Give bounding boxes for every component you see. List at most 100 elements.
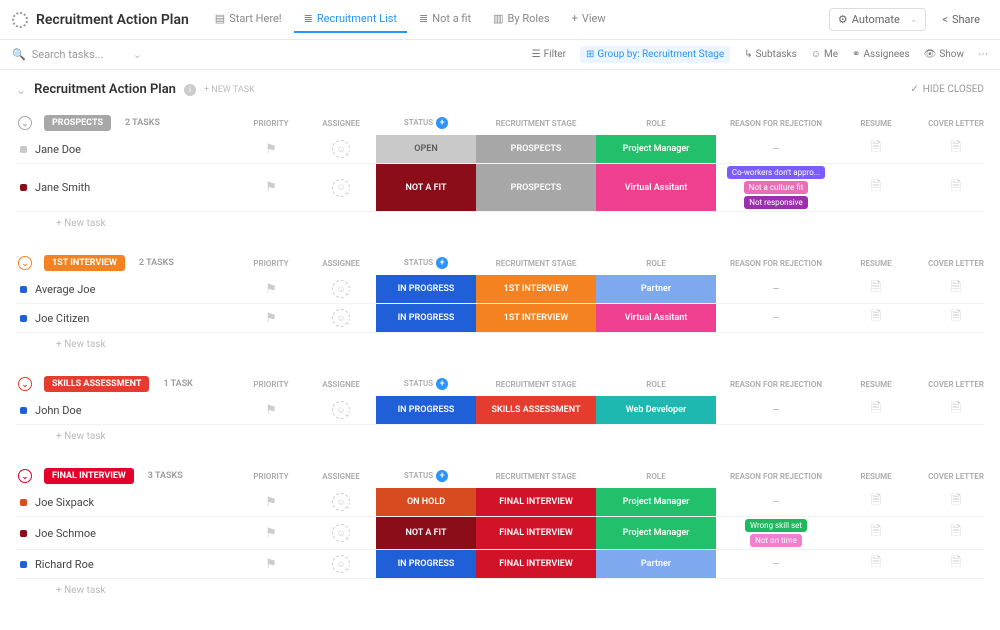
rejection-tag[interactable]: Co-workers don't appro... <box>727 166 825 179</box>
priority-cell[interactable]: ⚑ <box>236 164 306 211</box>
new-task-button[interactable]: + NEW TASK <box>204 85 255 95</box>
assignee-cell[interactable]: ☺+ <box>306 304 376 332</box>
me-button[interactable]: ☺Me <box>811 49 838 60</box>
share-button[interactable]: < Share <box>934 9 988 30</box>
priority-cell[interactable]: ⚑ <box>236 304 306 332</box>
subtasks-button[interactable]: ↳Subtasks <box>744 49 797 60</box>
status-cell[interactable]: NOT A FIT <box>376 517 476 549</box>
task-row[interactable]: Average Joe⚑☺+IN PROGRESS1ST INTERVIEWPa… <box>16 275 984 304</box>
stage-cell[interactable]: 1ST INTERVIEW <box>476 275 596 303</box>
role-cell[interactable]: Project Manager <box>596 517 716 549</box>
task-name-cell[interactable]: Joe Sixpack <box>16 488 236 516</box>
assignees-button[interactable]: ⚭Assignees <box>852 49 910 60</box>
priority-cell[interactable]: ⚑ <box>236 135 306 163</box>
stage-cell[interactable]: FINAL INTERVIEW <box>476 488 596 516</box>
filter-button[interactable]: ☰Filter <box>532 49 566 60</box>
resume-cell[interactable]: 🗎 <box>836 164 916 211</box>
more-button[interactable]: ⋯ <box>978 49 988 60</box>
hide-closed-toggle[interactable]: ✓HIDE CLOSED <box>910 84 984 95</box>
add-status-icon[interactable]: + <box>436 257 448 269</box>
cover-cell[interactable]: 🗎 <box>916 517 996 549</box>
add-status-icon[interactable]: + <box>436 378 448 390</box>
cover-cell[interactable]: 🗎 <box>916 164 996 211</box>
stage-cell[interactable]: FINAL INTERVIEW <box>476 517 596 549</box>
task-row[interactable]: Joe Sixpack⚑☺+ON HOLDFINAL INTERVIEWProj… <box>16 488 984 517</box>
new-task-row[interactable]: + New task <box>16 425 984 448</box>
cover-cell[interactable]: 🗎 <box>916 275 996 303</box>
task-row[interactable]: Richard Roe⚑☺+IN PROGRESSFINAL INTERVIEW… <box>16 550 984 579</box>
view-tab-recruitment-list[interactable]: ≣Recruitment List <box>294 6 407 33</box>
role-cell[interactable]: Partner <box>596 550 716 578</box>
group-collapse-icon[interactable]: ⌄ <box>18 469 32 483</box>
resume-cell[interactable]: 🗎 <box>836 135 916 163</box>
status-cell[interactable]: IN PROGRESS <box>376 275 476 303</box>
group-badge[interactable]: 1ST INTERVIEW <box>44 255 125 271</box>
info-icon[interactable]: i <box>184 84 196 96</box>
role-cell[interactable]: Virtual Assitant <box>596 164 716 211</box>
group-collapse-icon[interactable]: ⌄ <box>18 116 32 130</box>
stage-cell[interactable]: FINAL INTERVIEW <box>476 550 596 578</box>
new-task-row[interactable]: + New task <box>16 333 984 356</box>
priority-cell[interactable]: ⚑ <box>236 488 306 516</box>
task-row[interactable]: Joe Schmoe⚑☺+NOT A FITFINAL INTERVIEWPro… <box>16 517 984 550</box>
stage-cell[interactable]: PROSPECTS <box>476 164 596 211</box>
rejection-tag[interactable]: Not responsive <box>744 196 808 209</box>
resume-cell[interactable]: 🗎 <box>836 517 916 549</box>
show-button[interactable]: 👁Show <box>924 49 964 60</box>
new-task-row[interactable]: + New task <box>16 579 984 602</box>
assignee-cell[interactable]: ☺+ <box>306 396 376 424</box>
cover-cell[interactable]: 🗎 <box>916 488 996 516</box>
stage-cell[interactable]: 1ST INTERVIEW <box>476 304 596 332</box>
task-name-cell[interactable]: Joe Schmoe <box>16 517 236 549</box>
add-status-icon[interactable]: + <box>436 470 448 482</box>
resume-cell[interactable]: 🗎 <box>836 488 916 516</box>
role-cell[interactable]: Project Manager <box>596 135 716 163</box>
task-name-cell[interactable]: Jane Doe <box>16 135 236 163</box>
group-by-button[interactable]: ⊞Group by: Recruitment Stage <box>580 46 730 63</box>
role-cell[interactable]: Web Developer <box>596 396 716 424</box>
assignee-cell[interactable]: ☺+ <box>306 550 376 578</box>
rejection-tag[interactable]: Not a culture fit <box>744 181 809 194</box>
group-collapse-icon[interactable]: ⌄ <box>18 256 32 270</box>
group-badge[interactable]: SKILLS ASSESSMENT <box>44 376 149 392</box>
task-row[interactable]: Joe Citizen⚑☺+IN PROGRESS1ST INTERVIEWVi… <box>16 304 984 333</box>
add-status-icon[interactable]: + <box>436 117 448 129</box>
assignee-cell[interactable]: ☺+ <box>306 135 376 163</box>
assignee-cell[interactable]: ☺+ <box>306 275 376 303</box>
status-cell[interactable]: ON HOLD <box>376 488 476 516</box>
group-collapse-icon[interactable]: ⌄ <box>18 377 32 391</box>
role-cell[interactable]: Project Manager <box>596 488 716 516</box>
view-tab-not-a-fit[interactable]: ≣Not a fit <box>409 6 481 33</box>
search-input[interactable]: 🔍 Search tasks... ⌄ <box>12 48 142 61</box>
status-cell[interactable]: OPEN <box>376 135 476 163</box>
task-name-cell[interactable]: John Doe <box>16 396 236 424</box>
collapse-all-icon[interactable]: ⌄ <box>16 83 26 97</box>
task-name-cell[interactable]: Joe Citizen <box>16 304 236 332</box>
new-task-row[interactable]: + New task <box>16 212 984 235</box>
rejection-tag[interactable]: Wrong skill set <box>745 519 807 532</box>
view-tab-by-roles[interactable]: ▥By Roles <box>483 6 559 33</box>
rejection-tag[interactable]: Not on time <box>750 534 802 547</box>
resume-cell[interactable]: 🗎 <box>836 550 916 578</box>
cover-cell[interactable]: 🗎 <box>916 550 996 578</box>
status-cell[interactable]: IN PROGRESS <box>376 304 476 332</box>
stage-cell[interactable]: SKILLS ASSESSMENT <box>476 396 596 424</box>
task-row[interactable]: Jane Smith⚑☺+NOT A FITPROSPECTSVirtual A… <box>16 164 984 212</box>
priority-cell[interactable]: ⚑ <box>236 275 306 303</box>
cover-cell[interactable]: 🗎 <box>916 304 996 332</box>
assignee-cell[interactable]: ☺+ <box>306 517 376 549</box>
group-badge[interactable]: PROSPECTS <box>44 115 111 131</box>
automate-button[interactable]: ⚙ Automate ⌄ <box>829 8 926 31</box>
resume-cell[interactable]: 🗎 <box>836 275 916 303</box>
task-name-cell[interactable]: Richard Roe <box>16 550 236 578</box>
role-cell[interactable]: Partner <box>596 275 716 303</box>
task-name-cell[interactable]: Average Joe <box>16 275 236 303</box>
status-cell[interactable]: IN PROGRESS <box>376 550 476 578</box>
priority-cell[interactable]: ⚑ <box>236 396 306 424</box>
task-row[interactable]: Jane Doe⚑☺+OPENPROSPECTSProject Manager–… <box>16 135 984 164</box>
cover-cell[interactable]: 🗎 <box>916 396 996 424</box>
status-cell[interactable]: IN PROGRESS <box>376 396 476 424</box>
view-tab-view[interactable]: +View <box>562 6 616 33</box>
stage-cell[interactable]: PROSPECTS <box>476 135 596 163</box>
resume-cell[interactable]: 🗎 <box>836 304 916 332</box>
